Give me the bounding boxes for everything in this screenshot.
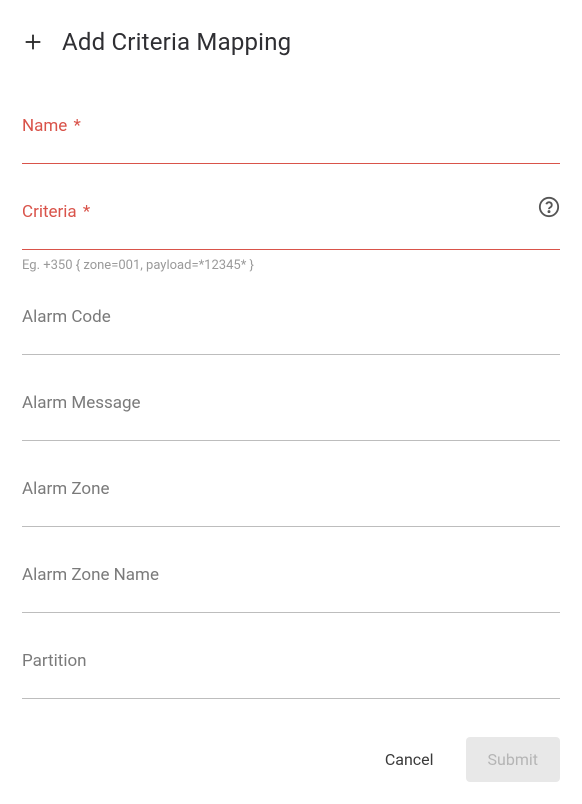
submit-button[interactable]: Submit bbox=[466, 737, 560, 782]
criteria-label-text: Criteria bbox=[22, 202, 77, 222]
alarm-code-label: Alarm Code bbox=[22, 307, 560, 335]
criteria-field: Criteria * Eg. +350 { zone=001, payload=… bbox=[22, 202, 560, 273]
criteria-label: Criteria * bbox=[22, 202, 560, 230]
help-icon[interactable] bbox=[538, 196, 560, 218]
alarm-zone-name-label: Alarm Zone Name bbox=[22, 565, 560, 593]
alarm-message-field: Alarm Message bbox=[22, 393, 560, 441]
dialog-container: Add Criteria Mapping Name * Criteria * E… bbox=[0, 0, 582, 804]
plus-icon bbox=[22, 31, 44, 53]
dialog-title: Add Criteria Mapping bbox=[62, 28, 291, 56]
field-underline bbox=[22, 440, 560, 441]
field-underline bbox=[22, 612, 560, 613]
field-underline bbox=[22, 698, 560, 699]
partition-field: Partition bbox=[22, 651, 560, 699]
cancel-button[interactable]: Cancel bbox=[381, 742, 438, 777]
name-field: Name * bbox=[22, 116, 560, 164]
alarm-zone-name-field: Alarm Zone Name bbox=[22, 565, 560, 613]
name-label-text: Name bbox=[22, 116, 67, 136]
name-label: Name * bbox=[22, 116, 560, 144]
field-underline bbox=[22, 526, 560, 527]
actions-row: Cancel Submit bbox=[22, 737, 560, 782]
criteria-hint: Eg. +350 { zone=001, payload=*12345* } bbox=[22, 258, 560, 273]
required-asterisk: * bbox=[79, 202, 91, 222]
dialog-header: Add Criteria Mapping bbox=[22, 28, 560, 56]
alarm-zone-label: Alarm Zone bbox=[22, 479, 560, 507]
alarm-message-label: Alarm Message bbox=[22, 393, 560, 421]
field-underline bbox=[22, 354, 560, 355]
partition-label: Partition bbox=[22, 651, 560, 679]
field-underline bbox=[22, 249, 560, 250]
required-asterisk: * bbox=[69, 116, 81, 136]
alarm-zone-field: Alarm Zone bbox=[22, 479, 560, 527]
alarm-code-field: Alarm Code bbox=[22, 307, 560, 355]
field-underline bbox=[22, 163, 560, 164]
criteria-help-row bbox=[538, 196, 560, 218]
